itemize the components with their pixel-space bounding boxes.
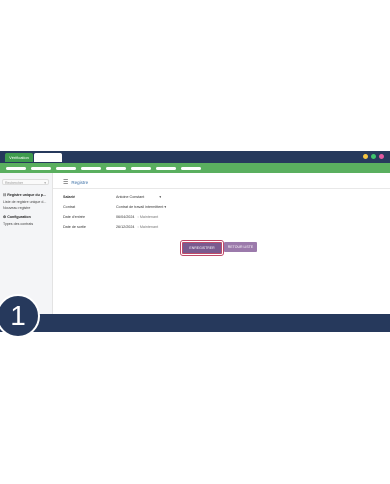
date-sortie-input[interactable]: 26/12/2024 ▫ Maintenant — [116, 225, 158, 229]
green-dot-icon[interactable] — [371, 154, 376, 159]
field-value: Antoine Constant — [116, 195, 145, 199]
nav-item-3[interactable] — [56, 166, 76, 170]
field-value: 06/04/2024 — [116, 215, 135, 219]
nav-item-2[interactable] — [31, 166, 51, 170]
calendar-icon[interactable]: ▫ — [138, 215, 139, 219]
nav-item-4[interactable] — [81, 166, 101, 170]
breadcrumb-label[interactable]: Registre — [71, 180, 88, 185]
breadcrumb: ☰ Registre — [63, 179, 88, 186]
tab-verification[interactable]: Vérification — [5, 153, 33, 162]
sidebar-item-label: Registre unique du p... — [7, 193, 46, 197]
bottom-bar — [0, 314, 390, 332]
now-link[interactable]: Maintenant — [140, 215, 158, 219]
tab-blank[interactable] — [34, 153, 62, 162]
list-icon: ☷ — [3, 193, 7, 197]
sidebar-item-configuration[interactable]: ⚙ Configuration — [3, 215, 31, 219]
back-to-list-button[interactable]: RETOUR LISTE — [224, 242, 257, 252]
salarie-select[interactable]: Antoine Constant ▾ — [116, 195, 161, 199]
sidebar-item-liste-registre[interactable]: Liste de registre unique d... — [3, 200, 46, 204]
sidebar-item-types-contrats[interactable]: Types des contrats — [3, 222, 33, 226]
field-label: Date d'entrée — [63, 215, 86, 219]
main-content: ☰ Registre Salarié Antoine Constant ▾ Co… — [53, 173, 390, 332]
divider — [53, 188, 390, 189]
field-value: Contrat de travail intermittent — [116, 205, 164, 209]
chevron-down-icon[interactable]: ▾ — [44, 180, 46, 186]
nav-item-1[interactable] — [6, 166, 26, 170]
sidebar-item-registre-unique[interactable]: ☷ Registre unique du p... — [3, 193, 46, 197]
nav-item-6[interactable] — [131, 166, 151, 170]
gear-icon: ⚙ — [3, 215, 7, 219]
app-window: Vérification Rechercher ▾ ☷ Registre uni… — [0, 151, 390, 332]
pink-dot-icon[interactable] — [379, 154, 384, 159]
field-label: Salarié — [63, 195, 76, 199]
menu-icon[interactable]: ☰ — [63, 179, 68, 186]
nav-item-7[interactable] — [156, 166, 176, 170]
search-placeholder: Rechercher — [5, 181, 24, 185]
field-value: 26/12/2024 — [116, 225, 135, 229]
save-button[interactable]: ENREGISTRER — [180, 240, 224, 256]
nav-item-5[interactable] — [106, 166, 126, 170]
chevron-down-icon: ▾ — [164, 205, 167, 209]
calendar-icon[interactable]: ▫ — [138, 225, 139, 229]
now-link[interactable]: Maintenant — [140, 225, 158, 229]
sidebar-search-input[interactable]: Rechercher ▾ — [2, 179, 49, 185]
title-bar: Vérification — [0, 151, 390, 163]
yellow-dot-icon[interactable] — [363, 154, 368, 159]
window-controls — [363, 154, 384, 159]
date-entree-input[interactable]: 06/04/2024 ▫ Maintenant — [116, 215, 158, 219]
contrat-select[interactable]: Contrat de travail intermittent ▾ — [116, 205, 166, 209]
chevron-down-icon: ▾ — [159, 195, 162, 199]
sidebar-item-label: Configuration — [7, 215, 31, 219]
field-label: Contrat — [63, 205, 76, 209]
sidebar-item-nouveau-registre[interactable]: Nouveau registre — [3, 206, 30, 210]
nav-item-8[interactable] — [181, 166, 201, 170]
top-navbar — [0, 163, 390, 173]
field-label: Date de sortie — [63, 225, 86, 229]
